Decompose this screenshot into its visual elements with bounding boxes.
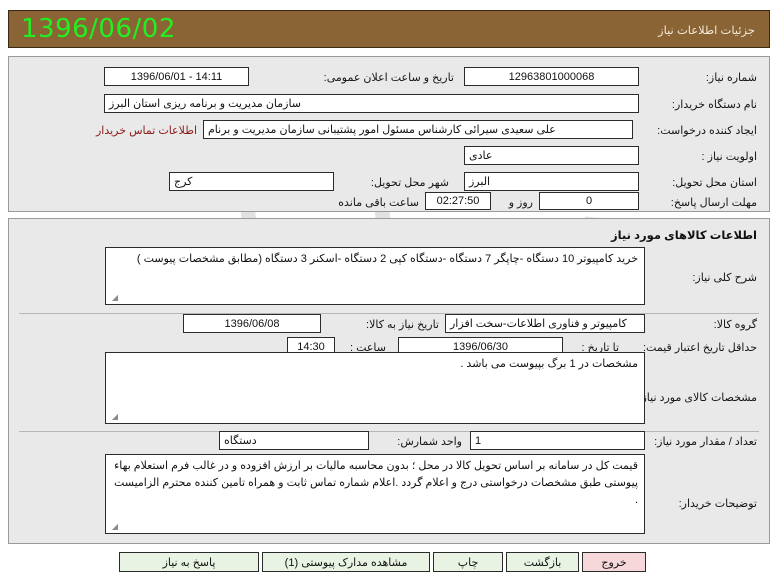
goods-info-panel: اطلاعات کالاهای مورد نیاز شرح کلی نیاز: …	[8, 218, 770, 544]
priority-label: اولویت نیاز :	[647, 150, 757, 163]
quantity-value: 1	[470, 431, 645, 450]
need-number-label: شماره نیاز:	[647, 71, 757, 84]
divider-2	[19, 431, 759, 432]
deadline-days-value: 0	[539, 192, 639, 210]
delivery-city-label: شهر محل تحویل:	[339, 176, 449, 189]
buyer-org-value: سازمان مدیریت و برنامه ریزی استان البرز	[104, 94, 639, 113]
general-description-text: خرید کامپیوتر 10 دستگاه -چاپگر 7 دستگاه …	[137, 253, 638, 265]
announce-datetime-label: تاریخ و ساعت اعلان عمومی:	[254, 71, 454, 84]
announce-datetime-value: 1396/06/01 - 14:11	[104, 67, 249, 86]
goods-specs-text: مشخصات در 1 برگ بپیوست می باشد .	[460, 358, 638, 370]
need-number-value: 12963801000068	[464, 67, 639, 86]
need-date-value: 1396/06/08	[183, 314, 321, 333]
print-button[interactable]: چاپ	[433, 552, 503, 572]
delivery-city-value: کرج	[169, 172, 334, 191]
general-description-value[interactable]: خرید کامپیوتر 10 دستگاه -چاپگر 7 دستگاه …	[105, 247, 645, 305]
delivery-province-label: استان محل تحویل:	[647, 176, 757, 189]
goods-group-value: کامپیوتر و فناوری اطلاعات-سخت افزار	[445, 314, 645, 333]
resize-handle-icon[interactable]: ◢	[108, 522, 118, 532]
divider-1	[19, 313, 759, 314]
priority-value: عادی	[464, 146, 639, 165]
goods-specs-value[interactable]: مشخصات در 1 برگ بپیوست می باشد . ◢	[105, 352, 645, 424]
need-date-label: تاریخ نیاز به کالا:	[329, 318, 439, 331]
delivery-province-value: البرز	[464, 172, 639, 191]
exit-button[interactable]: خروج	[582, 552, 646, 572]
page-header-bar: 1396/06/02 جزئیات اطلاعات نیاز	[8, 10, 770, 48]
resize-handle-icon[interactable]: ◢	[108, 293, 118, 303]
resize-handle-icon[interactable]: ◢	[108, 412, 118, 422]
buyer-notes-text: قیمت کل در سامانه بر اساس تحویل کالا در …	[114, 460, 638, 506]
need-info-panel: شماره نیاز: 12963801000068 تاریخ و ساعت …	[8, 56, 770, 212]
buyer-notes-label: توضیحات خریدار:	[657, 497, 757, 510]
quantity-label: تعداد / مقدار مورد نیاز:	[637, 435, 757, 448]
deadline-days-unit: روز و	[493, 196, 533, 209]
goods-group-label: گروه کالا:	[677, 318, 757, 331]
page-title: جزئیات اطلاعات نیاز	[658, 23, 755, 37]
deadline-time-value: 02:27:50	[425, 192, 491, 210]
unit-value: دستگاه	[219, 431, 369, 450]
buyer-contact-link[interactable]: اطلاعات تماس خریدار	[96, 124, 197, 137]
view-attached-docs-button[interactable]: مشاهده مدارک پیوستی (1)	[262, 552, 430, 572]
requester-label: ایجاد کننده درخواست:	[637, 124, 757, 137]
response-deadline-label: مهلت ارسال پاسخ:	[647, 196, 757, 209]
requester-value: علی سعیدی سیرائی کارشناس مسئول امور پشتی…	[203, 120, 633, 139]
respond-to-need-button[interactable]: پاسخ به نیاز	[119, 552, 259, 572]
action-button-bar: پاسخ به نیاز مشاهده مدارک پیوستی (1) چاپ…	[8, 550, 770, 578]
back-button[interactable]: بازگشت	[506, 552, 579, 572]
goods-section-title: اطلاعات کالاهای مورد نیاز	[611, 228, 757, 242]
header-date: 1396/06/02	[21, 14, 176, 44]
deadline-suffix: ساعت باقی مانده	[299, 196, 419, 209]
unit-label: واحد شمارش:	[372, 435, 462, 448]
buyer-org-label: نام دستگاه خریدار:	[647, 98, 757, 111]
buyer-notes-value[interactable]: قیمت کل در سامانه بر اساس تحویل کالا در …	[105, 454, 645, 534]
general-description-label: شرح کلی نیاز:	[657, 271, 757, 284]
